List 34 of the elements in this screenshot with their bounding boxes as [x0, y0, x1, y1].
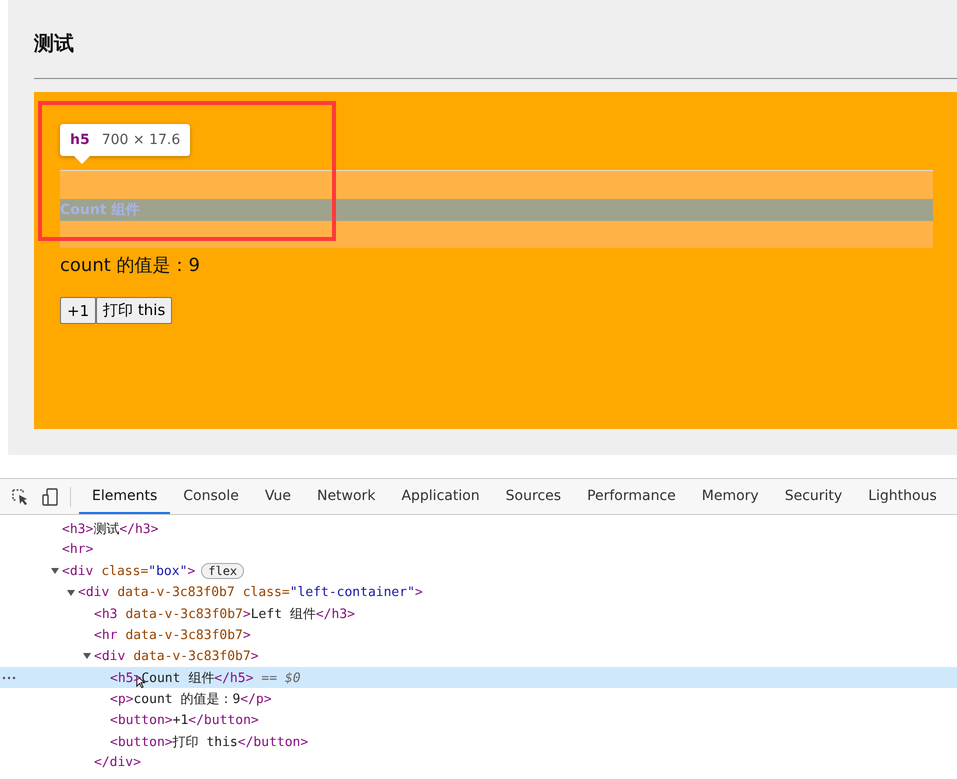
devtools-tab[interactable]: Application — [388, 479, 493, 514]
code-line[interactable]: <button>打印 this</button> — [110, 732, 308, 751]
code-line[interactable]: <hr data-v-3c83f0b7> — [94, 628, 251, 643]
code-line[interactable]: <h3>测试</h3> — [62, 520, 158, 538]
count-heading: Count 组件 — [60, 201, 140, 219]
code-line[interactable]: </div> — [94, 755, 141, 770]
devtools-tab[interactable]: Performance — [574, 479, 689, 514]
code-line[interactable]: <div data-v-3c83f0b7 class="left-container"> — [78, 585, 423, 600]
devtools-tab[interactable]: Network — [304, 479, 388, 514]
devtools-tab[interactable]: Console — [170, 479, 252, 514]
expand-toggle-icon[interactable] — [82, 651, 94, 662]
expand-toggle-icon[interactable] — [66, 588, 78, 598]
count-text: count 的值是：9 — [60, 254, 201, 277]
expand-toggle-icon[interactable] — [50, 566, 62, 576]
code-line[interactable]: <div data-v-3c83f0b7> — [94, 648, 259, 664]
page-heading: 测试 — [34, 30, 75, 57]
devtools-tab[interactable]: Security — [772, 479, 856, 514]
more-icon[interactable] — [2, 676, 16, 680]
page-button[interactable]: +1 — [60, 297, 96, 324]
code-line[interactable]: <h3 data-v-3c83f0b7>Left 组件</h3> — [94, 604, 355, 623]
devtools-tab[interactable]: Lighthous — [855, 479, 950, 514]
devtools-tab[interactable]: Elements — [79, 479, 170, 514]
tooltip-size: 700 × 17.6 — [102, 132, 180, 148]
page-button[interactable]: 打印 this — [96, 297, 172, 324]
inspect-icon[interactable] — [10, 486, 30, 506]
code-line[interactable]: <button>+1</button> — [110, 712, 259, 728]
code-line[interactable]: <div class="box"> flex — [62, 564, 244, 579]
code-line[interactable]: <hr> — [62, 542, 94, 558]
device-toolbar-icon[interactable] — [40, 486, 60, 506]
devtools-tab[interactable]: Sources — [492, 479, 574, 514]
devtools-tab[interactable]: Vue — [252, 479, 304, 514]
devtools-tab[interactable]: Memory — [688, 479, 772, 514]
code-line[interactable]: <p>count 的值是：9</p> — [110, 690, 272, 708]
tooltip-tag: h5 — [70, 132, 90, 148]
